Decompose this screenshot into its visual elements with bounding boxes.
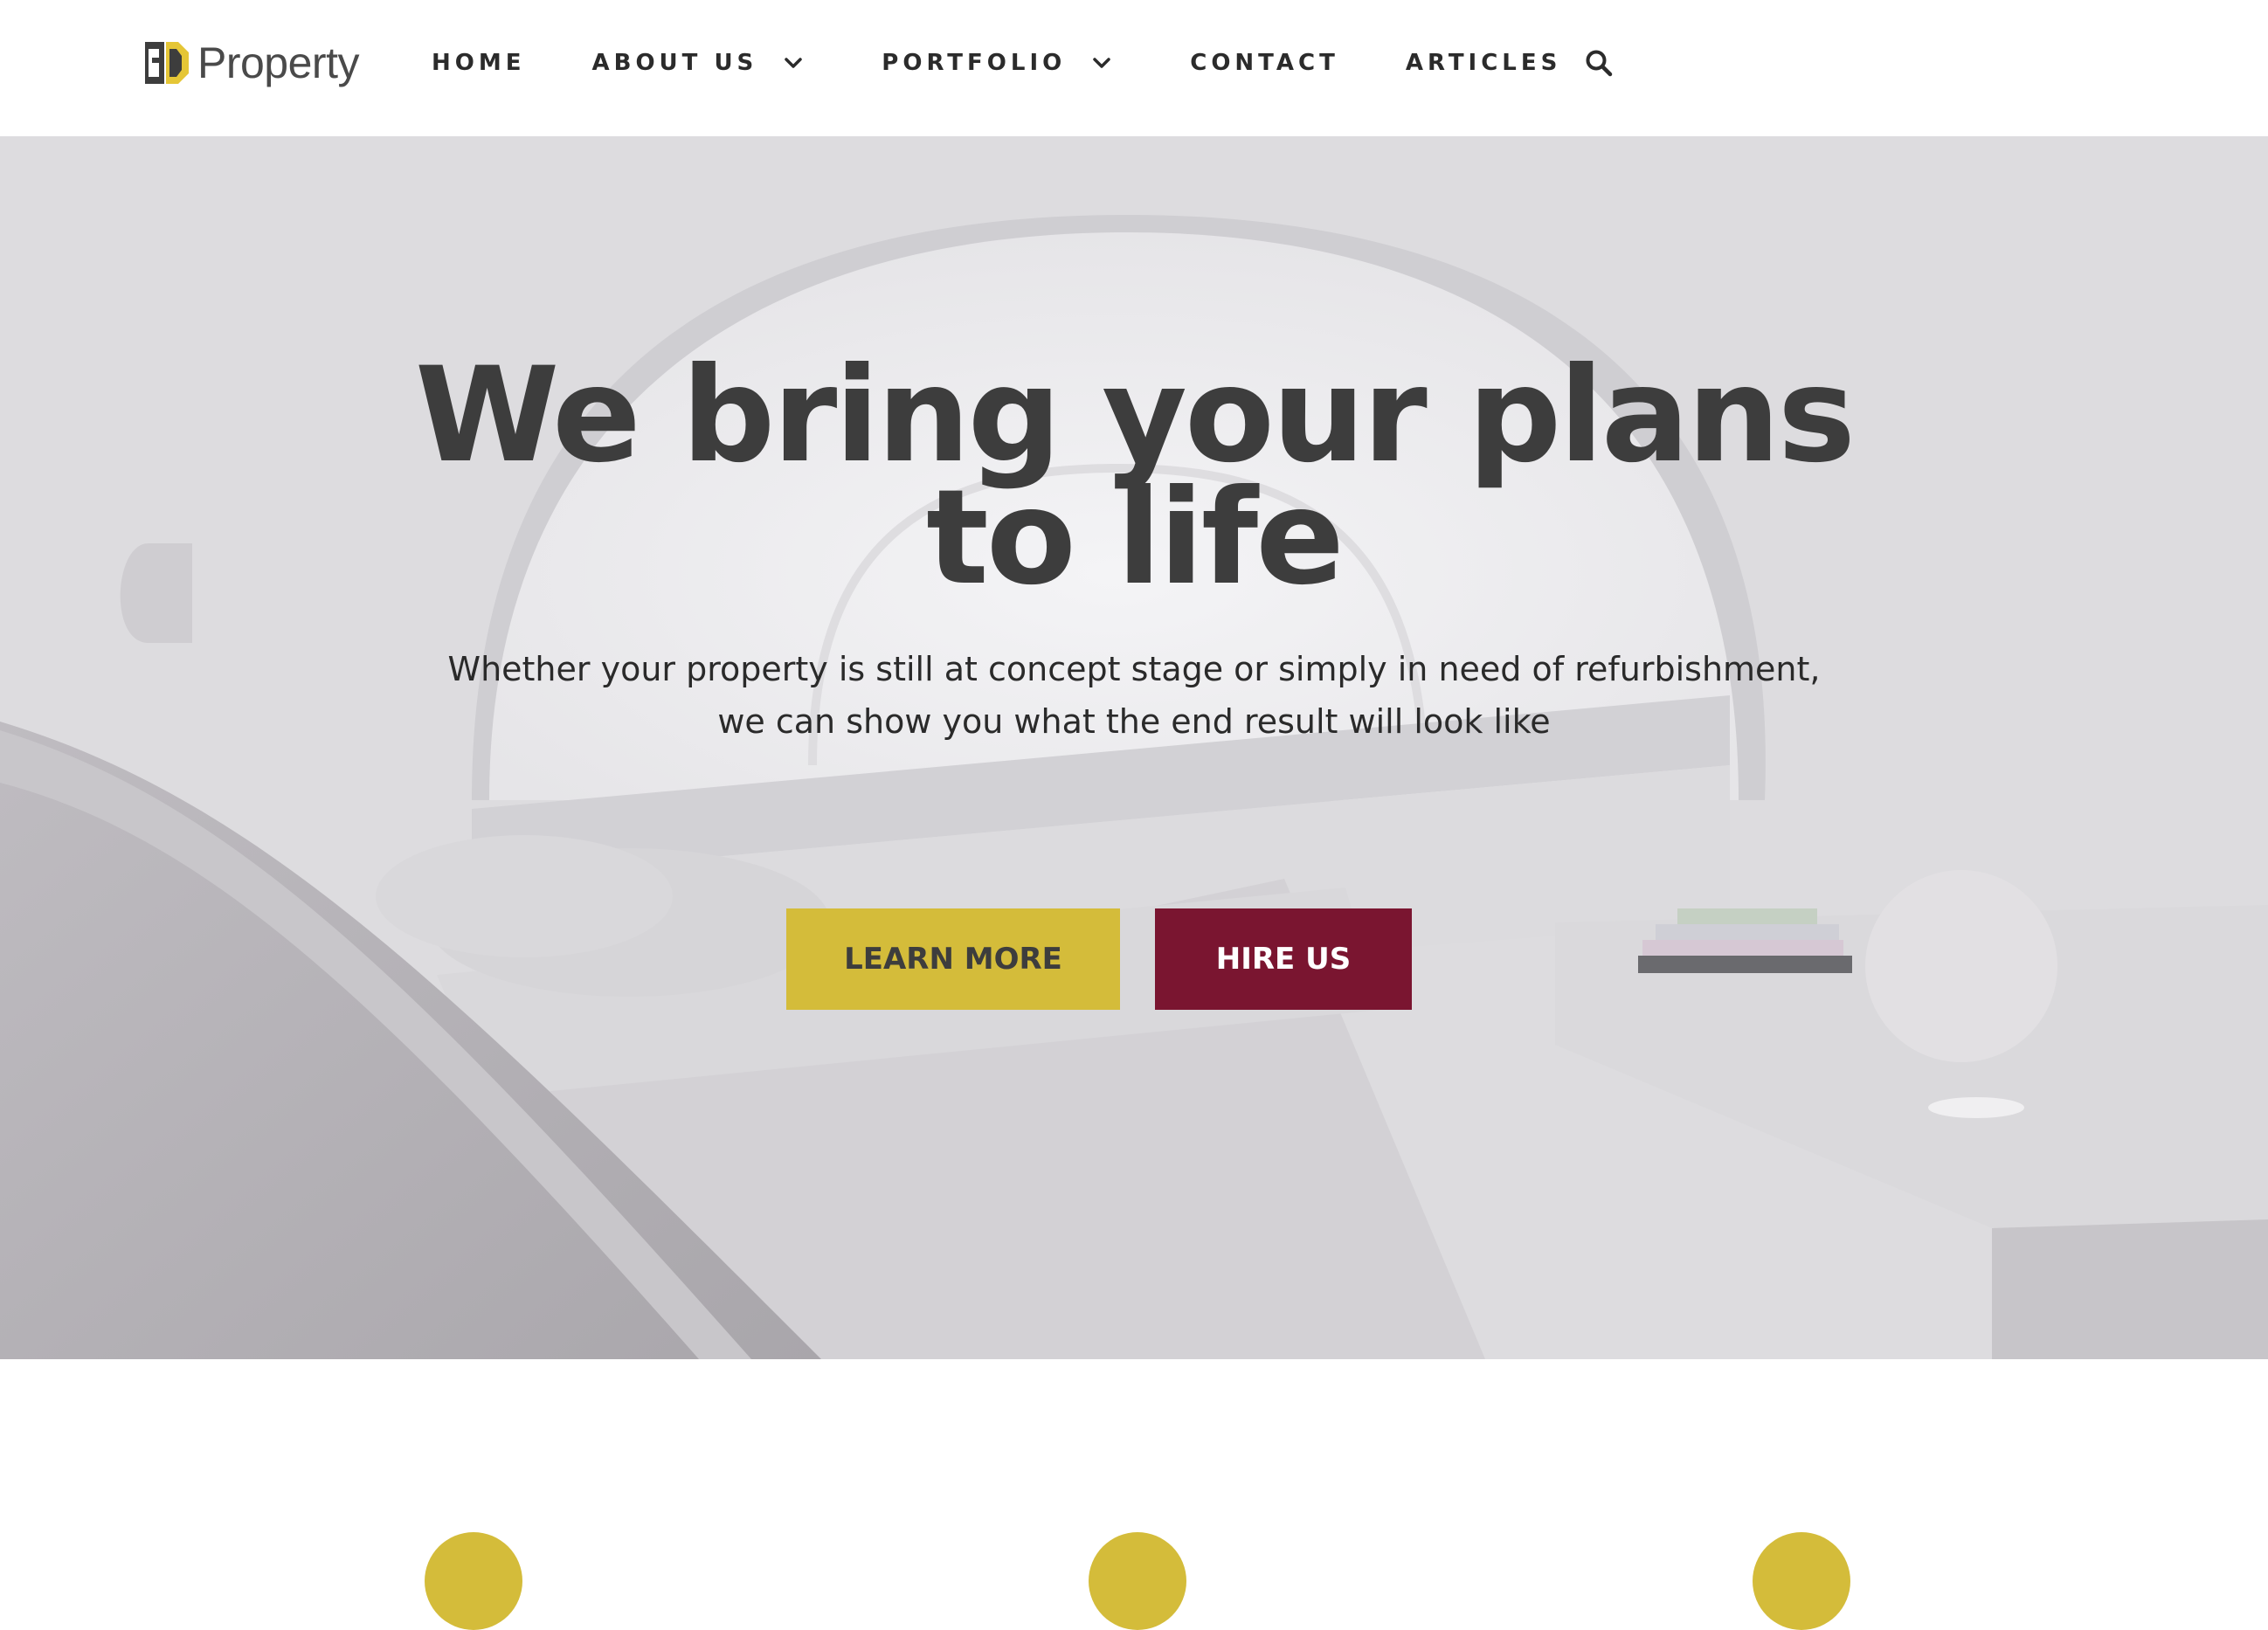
search-icon[interactable] [1584, 48, 1614, 78]
nav-item-label: ARTICLES [1405, 50, 1562, 76]
hero-title-line2: to life [926, 462, 1345, 614]
hero-subtitle-line2: we can show you what the end result will… [717, 702, 1551, 741]
brand-name: Property [197, 38, 359, 87]
hero-background-image [0, 136, 2268, 1359]
hero-subtitle-line1: Whether your property is still at concep… [447, 650, 1821, 688]
nav-item-label: HOME [432, 50, 526, 76]
hero-subtitle: Whether your property is still at concep… [391, 643, 1877, 748]
feature-icon-circle [425, 1532, 522, 1630]
learn-more-button[interactable]: LEARN MORE [786, 908, 1120, 1010]
main-nav: HOME ABOUT US PORTFOLIO CONTACT ARTICLES [432, 0, 1614, 126]
3d-logo-icon [145, 42, 189, 84]
nav-item-about-us[interactable]: ABOUT US [592, 50, 807, 76]
hire-us-button[interactable]: HIRE US [1155, 908, 1412, 1010]
site-header: Property HOME ABOUT US PORTFOLIO CONTACT… [0, 0, 2268, 136]
nav-item-label: ABOUT US [591, 50, 758, 76]
chevron-down-icon[interactable] [780, 50, 806, 76]
hero-section: We bring your plans to life Whether your… [0, 136, 2268, 1359]
nav-item-label: PORTFOLIO [882, 50, 1067, 76]
feature-icon-circle [1089, 1532, 1186, 1630]
nav-item-portfolio[interactable]: PORTFOLIO [882, 50, 1115, 76]
nav-item-label: CONTACT [1190, 50, 1339, 76]
hero-title: We bring your plans to life [348, 350, 1920, 604]
nav-item-home[interactable]: HOME [432, 50, 526, 76]
site-logo[interactable]: Property [140, 35, 359, 91]
nav-item-contact[interactable]: CONTACT [1190, 50, 1339, 76]
feature-icon-circle [1753, 1532, 1850, 1630]
nav-item-articles[interactable]: ARTICLES [1406, 50, 1562, 76]
chevron-down-icon[interactable] [1089, 50, 1115, 76]
